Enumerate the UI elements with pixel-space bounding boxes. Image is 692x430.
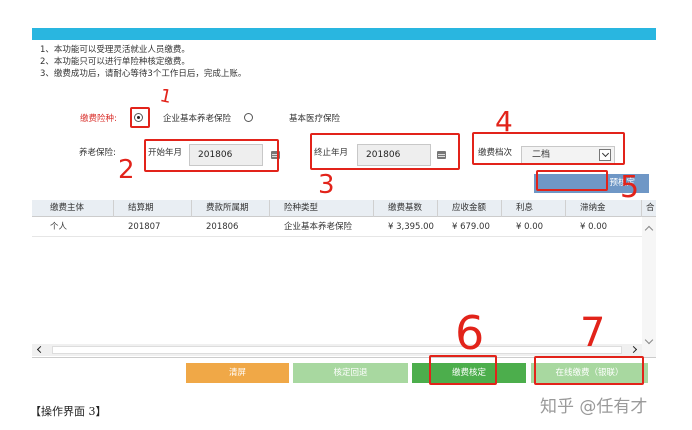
column-header: 缴费基数	[374, 200, 438, 217]
annotation-box-3	[310, 133, 460, 170]
table-cell: ¥ 0.00	[516, 222, 544, 232]
table-cell: 201807	[128, 222, 161, 232]
table-cell: ¥ 0.00	[580, 222, 608, 232]
notice-line-3: 3、缴费成功后，请耐心等待3个工作日后，完成上账。	[40, 69, 247, 79]
radio-medical[interactable]	[244, 113, 253, 122]
table-cell: ¥ 679.00	[452, 222, 490, 232]
annotation-box-1	[130, 107, 150, 128]
scroll-down-icon[interactable]	[644, 335, 654, 345]
assessment-table: 缴费主体 结算期 费款所属期 险种类型 缴费基数 应收金额 利息 滞纳金 合 个…	[32, 200, 656, 358]
scrollbar-thumb[interactable]	[52, 346, 622, 354]
top-banner	[32, 28, 656, 40]
annotation-number-4: 4	[495, 105, 513, 138]
option-medical-label: 基本医疗保险	[289, 114, 341, 124]
table-row[interactable]: 个人 201807 201806 企业基本养老保险 ¥ 3,395.00 ¥ 6…	[32, 218, 642, 237]
rollback-button[interactable]: 核定回退	[293, 363, 408, 383]
scroll-left-icon[interactable]	[36, 345, 45, 354]
annotation-box-5	[536, 170, 608, 191]
annotation-number-3: 3	[318, 170, 335, 200]
horizontal-scrollbar[interactable]	[32, 344, 642, 356]
figure-caption: 【操作界面 3】	[30, 405, 107, 418]
column-header: 结算期	[114, 200, 192, 217]
watermark: 知乎 @任有才	[540, 397, 648, 417]
annotation-number-6: 6	[455, 306, 485, 360]
notice-line-2: 2、本功能只可以进行单险种核定缴费。	[40, 57, 190, 67]
column-header: 费款所属期	[192, 200, 270, 217]
annotation-number-1: 1	[157, 85, 174, 108]
pension-label: 养老保险:	[79, 148, 116, 158]
option-pension-label: 企业基本养老保险	[163, 114, 232, 124]
column-header: 险种类型	[270, 200, 374, 217]
column-header: 应收金额	[438, 200, 502, 217]
annotation-number-5: 5	[620, 170, 640, 205]
table-cell: ¥ 3,395.00	[388, 222, 434, 232]
table-cell: 个人	[50, 222, 68, 232]
table-cell: 201806	[206, 222, 239, 232]
vertical-scrollbar[interactable]	[642, 217, 656, 357]
notice-box: 1、本功能可以受理灵活就业人员缴费。 2、本功能只可以进行单险种核定缴费。 3、…	[40, 44, 640, 80]
table-cell: 企业基本养老保险	[284, 222, 353, 232]
scroll-up-icon[interactable]	[644, 225, 654, 235]
clear-button[interactable]: 清屏	[186, 363, 289, 383]
annotation-number-7: 7	[580, 310, 606, 356]
notice-line-1: 1、本功能可以受理灵活就业人员缴费。	[40, 45, 190, 55]
column-header: 利息	[502, 200, 566, 217]
column-header: 缴费主体	[32, 200, 114, 217]
annotation-number-2: 2	[118, 155, 135, 185]
table-header: 缴费主体 结算期 费款所属期 险种类型 缴费基数 应收金额 利息 滞纳金 合	[32, 200, 656, 217]
column-header: 合	[642, 200, 656, 217]
annotation-box-2	[144, 139, 279, 172]
insurance-type-label: 缴费险种:	[80, 114, 117, 124]
annotation-box-7	[534, 356, 644, 385]
scroll-right-icon[interactable]	[629, 345, 638, 354]
